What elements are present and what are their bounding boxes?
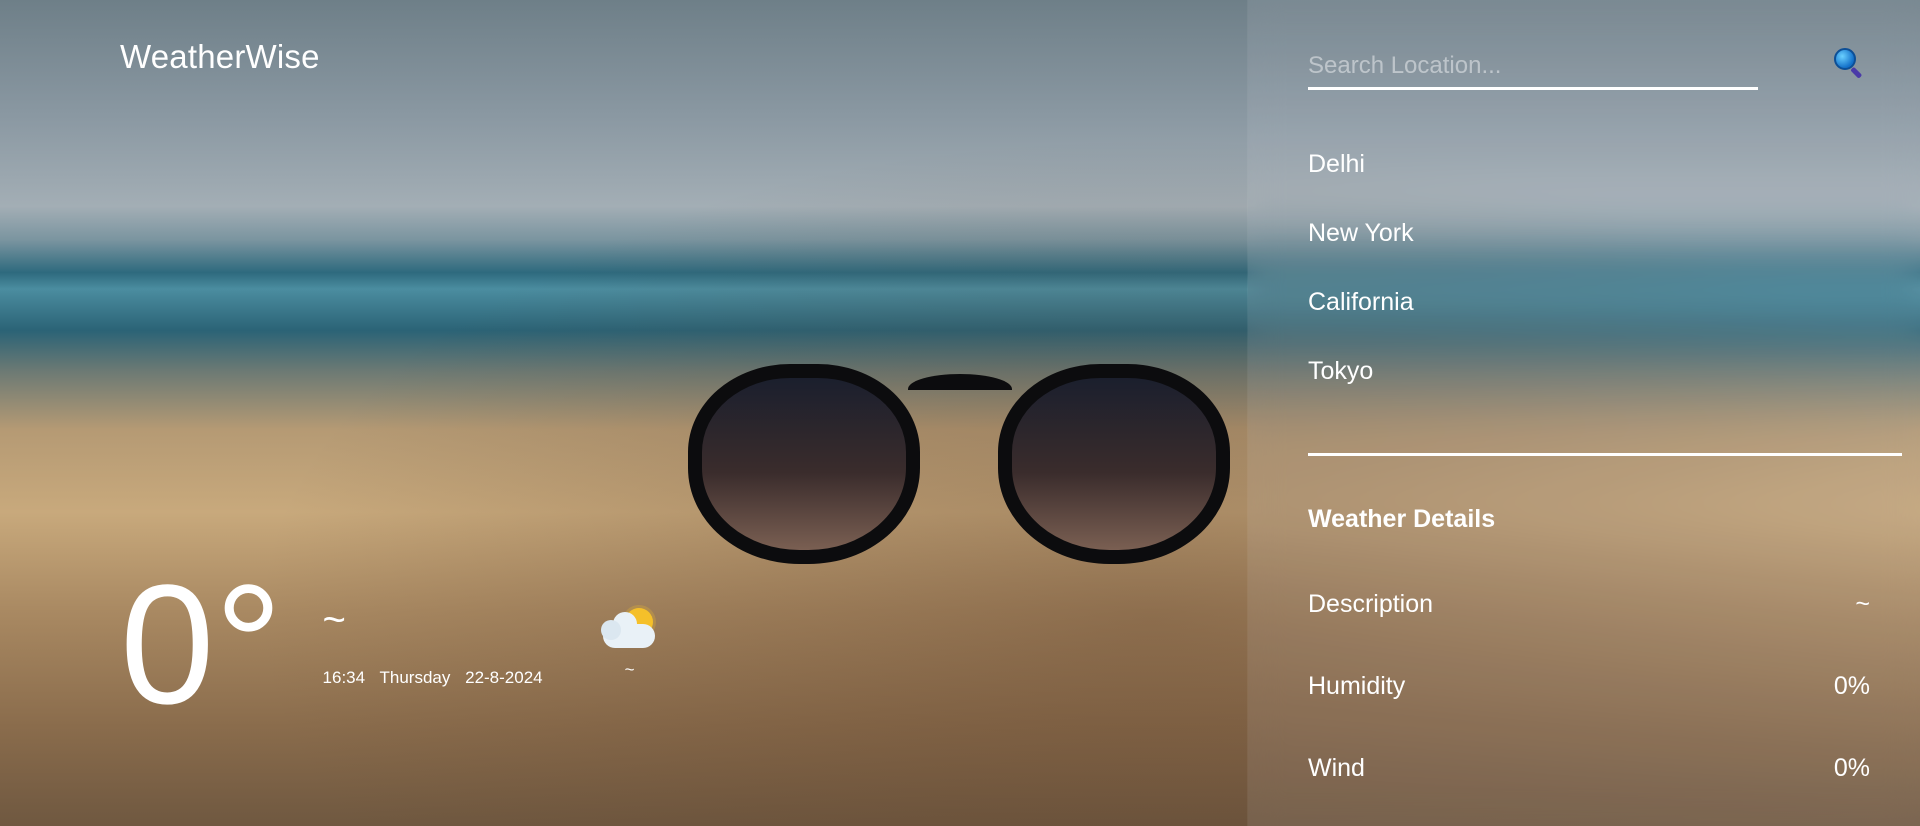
condition-text: ~ [624,660,635,679]
partly-cloudy-icon [599,604,661,654]
sunglasses-image [688,356,1248,566]
city-block: ~ 16:34 Thursday 22-8-2024 [323,600,553,688]
detail-value: 0% [1833,754,1870,782]
detail-row-humidity: Humidity 0% [1308,672,1870,701]
current-weather: 0° ~ 16:34 Thursday 22-8-2024 ~ [120,560,665,730]
right-lens [998,364,1230,564]
divider [1308,453,1902,456]
day: Thursday [379,668,451,687]
left-lens [688,364,920,564]
detail-value: ~ [1855,590,1870,618]
time: 16:34 [322,668,366,687]
details-title: Weather Details [1308,505,1496,533]
detail-row-description: Description ~ [1308,590,1870,619]
search-icon[interactable] [1832,46,1866,80]
datetime: 16:34 Thursday 22-8-2024 [323,668,553,688]
glasses-bridge [908,374,1012,404]
side-panel: Delhi New York California Tokyo Weather … [1248,0,1920,826]
location-item-tokyo[interactable]: Tokyo [1308,357,1414,426]
location-item-california[interactable]: California [1308,288,1414,357]
brand-logo[interactable]: WeatherWise [120,38,320,76]
city-name: ~ [322,598,346,642]
detail-value: 0% [1833,672,1870,700]
detail-label: Description [1308,590,1434,618]
location-list: Delhi New York California Tokyo [1308,150,1414,426]
detail-label: Wind [1308,754,1365,782]
condition-block: ~ [595,604,665,680]
search-bar [1308,40,1863,92]
temperature: 0° [120,550,283,740]
detail-row-wind: Wind 0% [1308,754,1870,783]
location-item-new-york[interactable]: New York [1308,219,1414,288]
date: 22-8-2024 [465,668,543,687]
search-input[interactable] [1308,40,1758,90]
location-item-delhi[interactable]: Delhi [1308,150,1414,219]
detail-label: Humidity [1308,672,1406,700]
